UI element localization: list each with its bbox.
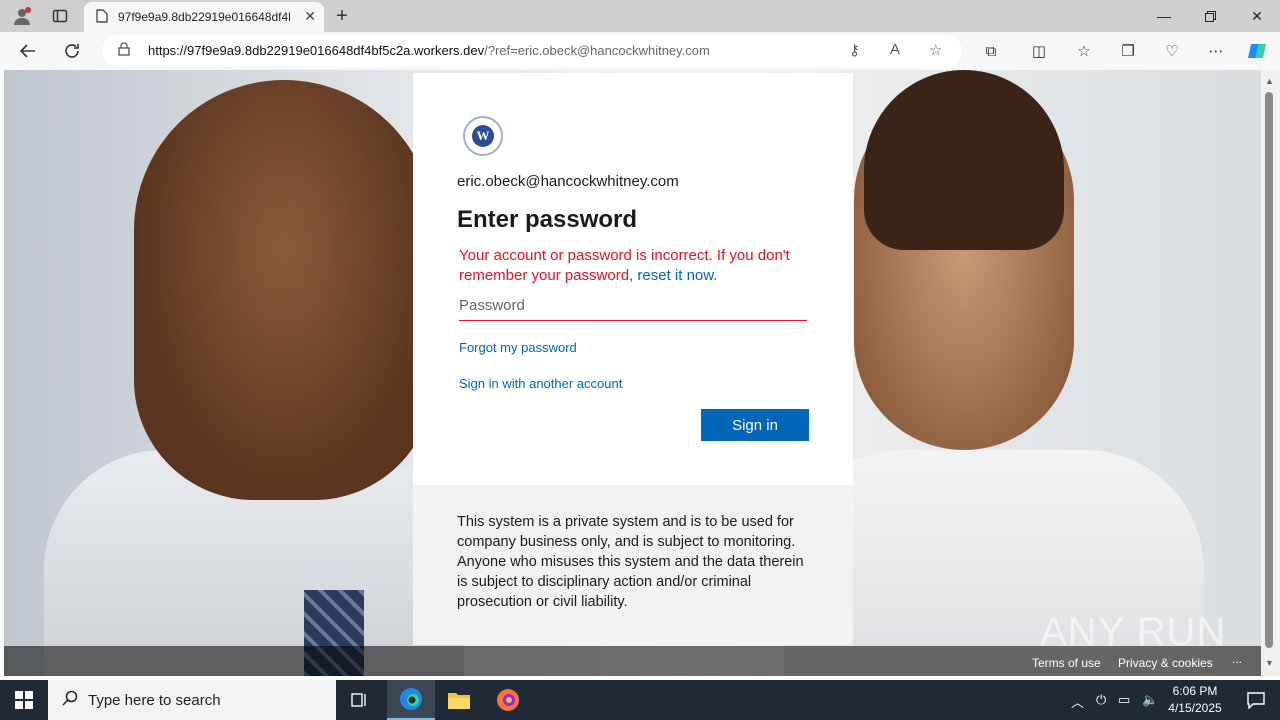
notifications-icon[interactable] [1232,680,1280,720]
url-text: https://97f9e9a9.8db22919e016648df4bf5c2… [148,43,710,58]
volume-icon[interactable]: 🔈 [1142,692,1158,708]
sign-in-button[interactable]: Sign in [701,409,809,441]
disclaimer-text: This system is a private system and is t… [457,514,804,610]
page-title: Enter password [457,206,638,233]
key-icon[interactable]: ⚷ [849,41,860,59]
collections-icon[interactable]: ❐ [1116,40,1140,62]
tab-active[interactable]: 97f9e9a9.8db22919e016648df4bf5c2a.worker… [84,2,324,32]
new-tab-button[interactable]: + [330,4,354,28]
windows-taskbar: Type here to search ︿ ⏻ ▭ 🔈 6:06 PM 4/15… [0,680,1280,720]
copilot-icon[interactable] [1245,40,1269,62]
account-email: eric.obeck@hancockwhitney.com [457,173,679,190]
favorite-star-icon[interactable]: ☆ [929,41,942,59]
vertical-scrollbar[interactable]: ▲ ▼ [1261,70,1280,676]
url-path: /?ref=eric.obeck@hancockwhitney.com [484,43,710,58]
system-clock[interactable]: 6:06 PM 4/15/2025 [1160,683,1230,717]
minimize-button[interactable]: — [1141,0,1187,32]
taskbar-search[interactable]: Type here to search [48,680,336,720]
profile-icon[interactable] [8,4,36,28]
network-icon[interactable]: ▭ [1118,692,1130,708]
start-button[interactable] [0,680,48,720]
forgot-password-link[interactable]: Forgot my password [459,340,577,355]
another-account-link[interactable]: Sign in with another account [459,376,622,391]
clock-time: 6:06 PM [1172,684,1218,698]
read-aloud-icon[interactable]: A [890,41,900,58]
refresh-button[interactable] [60,39,84,63]
tab-strip: 97f9e9a9.8db22919e016648df4bf5c2a.worker… [0,0,1280,32]
background-person-man [134,80,434,500]
firefox-icon[interactable] [484,680,532,720]
task-view-icon[interactable] [336,680,384,720]
favorites-icon[interactable]: ☆ [1072,40,1096,62]
error-message: Your account or password is incorrect. I… [459,246,804,286]
edge-taskbar-icon[interactable] [387,680,435,720]
url-host: https://97f9e9a9.8db22919e016648df4bf5c2… [148,43,485,58]
page-footer: Terms of use Privacy & cookies ... [4,646,1261,676]
tab-actions-icon[interactable] [46,4,74,28]
scroll-up-icon[interactable]: ▲ [1265,76,1274,86]
page-icon [96,8,108,26]
search-icon [62,690,78,711]
terms-link[interactable]: Terms of use [1032,656,1101,670]
clock-date: 4/15/2025 [1168,701,1222,715]
close-tab-icon[interactable]: ✕ [304,8,316,25]
settings-more-icon[interactable]: ⋯ [1204,40,1228,62]
browser-toolbar: https://97f9e9a9.8db22919e016648df4bf5c2… [0,32,1280,70]
scroll-thumb[interactable] [1265,92,1273,648]
logo-letter: W [472,125,494,147]
privacy-link[interactable]: Privacy & cookies [1118,656,1213,670]
network-adapter-icon[interactable]: ⏻ [1096,692,1106,708]
search-placeholder: Type here to search [88,691,221,709]
extensions-icon[interactable]: ⧉ [979,40,1003,62]
lock-icon[interactable] [118,42,130,59]
password-input[interactable] [459,291,807,321]
restore-button[interactable] [1187,0,1233,32]
footer-more-button[interactable]: ... [1232,652,1242,666]
show-hidden-icons[interactable]: ︿ [1071,692,1084,711]
browser-essentials-icon[interactable]: ♡ [1160,40,1184,62]
close-window-button[interactable]: ✕ [1234,0,1280,32]
company-logo: W [463,116,503,156]
back-button[interactable] [16,39,40,63]
disclaimer-panel: This system is a private system and is t… [413,485,853,645]
reset-password-link[interactable]: reset it now. [637,267,717,284]
scroll-down-icon[interactable]: ▼ [1265,658,1274,668]
split-screen-icon[interactable]: ◫ [1027,40,1051,62]
address-bar[interactable]: https://97f9e9a9.8db22919e016648df4bf5c2… [102,35,962,67]
tab-title: 97f9e9a9.8db22919e016648df4bf5c2a.worker… [118,10,290,24]
error-text: Your account or password is incorrect. I… [459,247,790,284]
signin-card: W eric.obeck@hancockwhitney.com Enter pa… [413,73,853,645]
file-explorer-icon[interactable] [435,680,483,720]
page-viewport: W eric.obeck@hancockwhitney.com Enter pa… [4,70,1261,676]
